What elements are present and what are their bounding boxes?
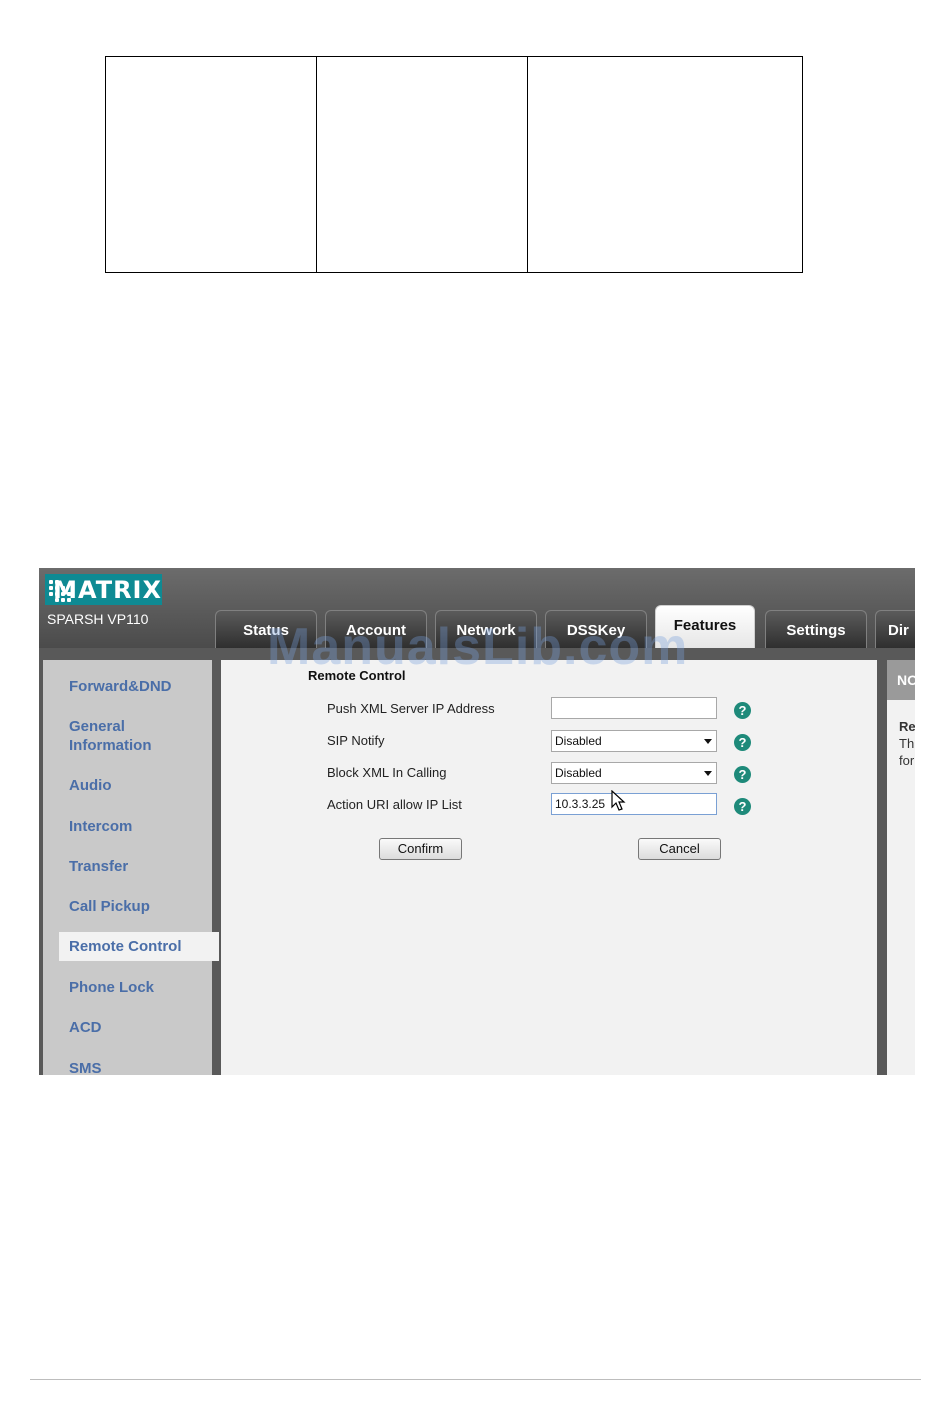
header-bar: MATRIX SPARSH VP110 Status Account Netwo… <box>39 568 915 648</box>
brand-logo: MATRIX <box>45 574 162 605</box>
chevron-down-icon <box>704 739 712 744</box>
device-model: SPARSH VP110 <box>47 611 149 627</box>
mouse-cursor-icon <box>611 790 626 811</box>
sidebar-item-forward-dnd[interactable]: Forward&DND <box>69 677 219 696</box>
tab-network[interactable]: Network <box>435 610 537 648</box>
question-circle-icon[interactable]: ? <box>734 766 751 783</box>
document-table <box>105 56 803 273</box>
block-xml-select[interactable]: Disabled <box>551 762 717 784</box>
table-cell <box>527 56 803 273</box>
cancel-button[interactable]: Cancel <box>638 838 721 860</box>
sip-notify-label: SIP Notify <box>327 733 385 748</box>
sidebar: Forward&DND General Information Audio In… <box>43 660 219 1075</box>
sidebar-item-general-information[interactable]: General Information <box>69 717 179 755</box>
sip-notify-select[interactable]: Disabled <box>551 730 717 752</box>
question-circle-icon[interactable]: ? <box>734 734 751 751</box>
tab-features[interactable]: Features <box>655 605 755 648</box>
question-circle-icon[interactable]: ? <box>734 798 751 815</box>
confirm-button[interactable]: Confirm <box>379 838 462 860</box>
tab-dsskey[interactable]: DSSKey <box>545 610 647 648</box>
note-line: Re <box>899 719 915 734</box>
sidebar-item-remote-control[interactable]: Remote Control <box>59 932 219 961</box>
block-xml-value: Disabled <box>555 766 602 780</box>
table-cell <box>316 56 528 273</box>
sidebar-item-sms[interactable]: SMS <box>69 1059 219 1075</box>
action-uri-label: Action URI allow IP List <box>327 797 462 812</box>
sidebar-item-acd[interactable]: ACD <box>69 1018 219 1037</box>
sidebar-item-transfer[interactable]: Transfer <box>69 857 219 876</box>
sidebar-item-intercom[interactable]: Intercom <box>69 817 219 836</box>
web-ui-screenshot: MATRIX SPARSH VP110 Status Account Netwo… <box>39 568 915 1075</box>
note-header: NO <box>887 660 915 700</box>
action-uri-input[interactable] <box>551 793 717 815</box>
footer-divider <box>30 1379 921 1380</box>
tab-settings[interactable]: Settings <box>765 610 867 648</box>
sidebar-item-audio[interactable]: Audio <box>69 776 219 795</box>
block-xml-label: Block XML In Calling <box>327 765 447 780</box>
sidebar-item-call-pickup[interactable]: Call Pickup <box>69 897 219 916</box>
question-circle-icon[interactable]: ? <box>734 702 751 719</box>
push-xml-server-label: Push XML Server IP Address <box>327 701 495 716</box>
sip-notify-value: Disabled <box>555 734 602 748</box>
note-panel: NO Re Th for <box>887 660 915 1075</box>
sidebar-item-phone-lock[interactable]: Phone Lock <box>69 978 219 997</box>
table-cell <box>105 56 317 273</box>
tab-status[interactable]: Status <box>215 610 317 648</box>
push-xml-server-input[interactable] <box>551 697 717 719</box>
note-line: for <box>899 753 915 768</box>
chevron-down-icon <box>704 771 712 776</box>
content-area: Forward&DND General Information Audio In… <box>43 660 915 1075</box>
tab-account[interactable]: Account <box>325 610 427 648</box>
section-title: Remote Control <box>308 668 406 683</box>
tab-directory[interactable]: Dir <box>875 610 915 648</box>
note-line: Th <box>899 736 915 751</box>
settings-form: Remote Control Push XML Server IP Addres… <box>221 660 877 1075</box>
